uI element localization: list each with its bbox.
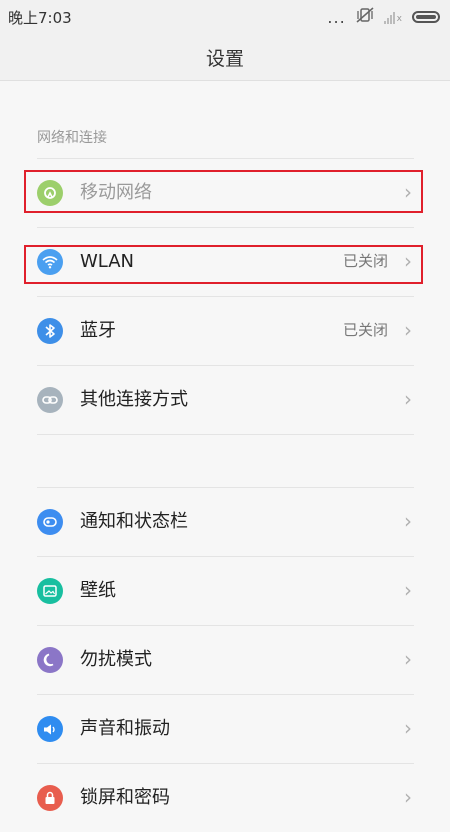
notification-icon — [37, 509, 63, 535]
section-label-network: 网络和连接 — [37, 130, 107, 146]
lock-icon — [37, 785, 63, 811]
settings-item-mobile-network[interactable]: 移动网络 › — [0, 158, 450, 227]
settings-item-label: WLAN — [80, 251, 135, 272]
speaker-icon — [37, 716, 63, 742]
chevron-right-icon: › — [404, 785, 412, 809]
settings-item-label: 蓝牙 — [80, 320, 116, 341]
link-icon — [37, 387, 63, 413]
status-bar: 晚上7:03 ... x — [0, 0, 450, 34]
moon-icon — [37, 647, 63, 673]
status-time: 晚上7:03 — [8, 8, 72, 27]
status-icons: ... x — [327, 7, 440, 27]
wallpaper-icon — [37, 578, 63, 604]
settings-item-notifications[interactable]: 通知和状态栏 › — [0, 487, 450, 556]
chevron-right-icon: › — [404, 716, 412, 740]
signal-icon: x — [383, 10, 402, 24]
settings-item-wlan[interactable]: WLAN 已关闭 › — [0, 227, 450, 296]
settings-item-label: 锁屏和密码 — [80, 787, 170, 808]
more-dots-icon: ... — [327, 7, 346, 27]
bluetooth-icon — [37, 318, 63, 344]
chevron-right-icon: › — [404, 509, 412, 533]
chevron-right-icon: › — [404, 578, 412, 602]
chevron-right-icon: › — [404, 318, 412, 342]
settings-item-lock-screen[interactable]: 锁屏和密码 › — [0, 763, 450, 832]
settings-item-label: 勿扰模式 — [80, 649, 152, 670]
vibrate-off-icon — [356, 7, 374, 27]
settings-item-label: 其他连接方式 — [80, 389, 188, 410]
settings-item-label: 移动网络 — [80, 182, 152, 203]
chevron-right-icon: › — [404, 180, 412, 204]
settings-item-status: 已关闭 — [342, 321, 388, 339]
settings-item-label: 通知和状态栏 — [80, 511, 188, 532]
wifi-icon — [37, 249, 63, 275]
settings-item-label: 壁纸 — [80, 580, 116, 601]
battery-icon — [412, 11, 440, 23]
settings-item-wallpaper[interactable]: 壁纸 › — [0, 556, 450, 625]
page-title: 设置 — [205, 47, 244, 70]
mobile-network-icon — [37, 180, 63, 206]
settings-item-status: 已关闭 — [342, 252, 388, 270]
settings-item-dnd[interactable]: 勿扰模式 › — [0, 625, 450, 694]
settings-item-label: 声音和振动 — [80, 718, 170, 739]
chevron-right-icon: › — [404, 387, 412, 411]
settings-item-bluetooth[interactable]: 蓝牙 已关闭 › — [0, 296, 450, 365]
settings-item-sound[interactable]: 声音和振动 › — [0, 694, 450, 763]
settings-item-other-connections[interactable]: 其他连接方式 › — [0, 365, 450, 434]
chevron-right-icon: › — [404, 249, 412, 273]
page-title-bar: 设置 — [0, 34, 450, 81]
chevron-right-icon: › — [404, 647, 412, 671]
divider — [37, 434, 414, 435]
